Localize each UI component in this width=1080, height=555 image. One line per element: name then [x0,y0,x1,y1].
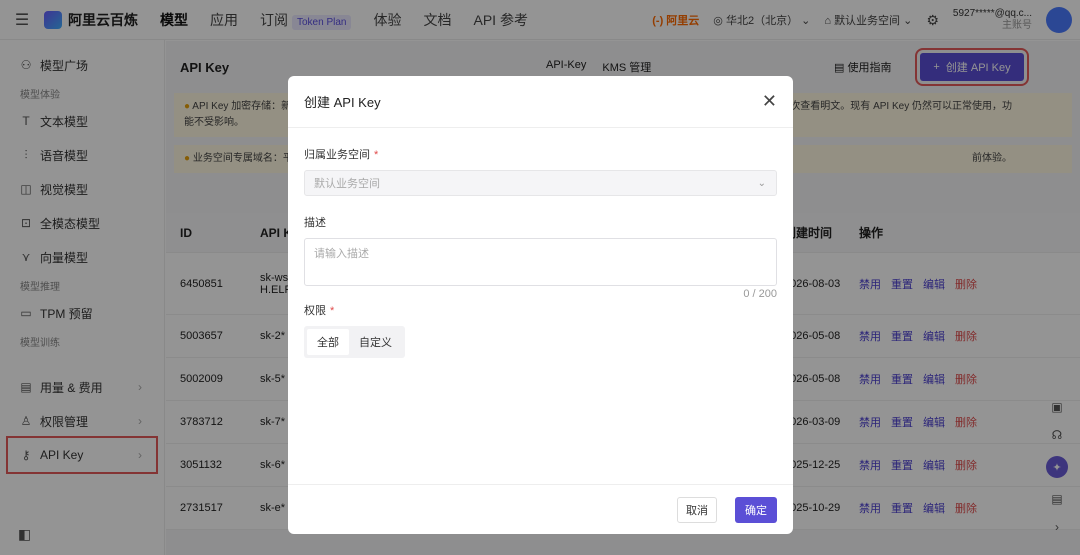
cancel-button[interactable]: 取消 [677,497,717,523]
perm-field-label: 权限 * [304,302,777,318]
perm-option-all[interactable]: 全部 [307,329,349,355]
close-icon[interactable]: ✕ [762,92,777,110]
permission-segmented: 全部 自定义 [304,326,405,358]
description-input[interactable]: 请输入描述 [304,238,777,286]
workspace-select-value: 默认业务空间 [314,178,380,190]
perm-option-custom[interactable]: 自定义 [349,329,402,355]
dialog-footer: 取消 确定 [288,484,793,534]
desc-field-label: 描述 [304,217,326,229]
required-mark: * [330,305,335,317]
required-mark: * [374,149,379,161]
workspace-label-text: 归属业务空间 [304,149,370,161]
dialog-header: 创建 API Key ✕ [288,76,793,128]
workspace-field-label: 归属业务空间 * [304,146,777,162]
dialog-title: 创建 API Key [304,95,381,110]
create-api-key-dialog: 创建 API Key ✕ 归属业务空间 * 默认业务空间 ⌄ 描述 请输入描述 0… [288,76,793,534]
char-count: 0 / 200 [743,288,777,300]
confirm-button[interactable]: 确定 [735,497,777,523]
chevron-down-icon: ⌄ [757,177,766,189]
perm-label-text: 权限 [304,305,326,317]
workspace-select[interactable]: 默认业务空间 ⌄ [304,170,777,196]
